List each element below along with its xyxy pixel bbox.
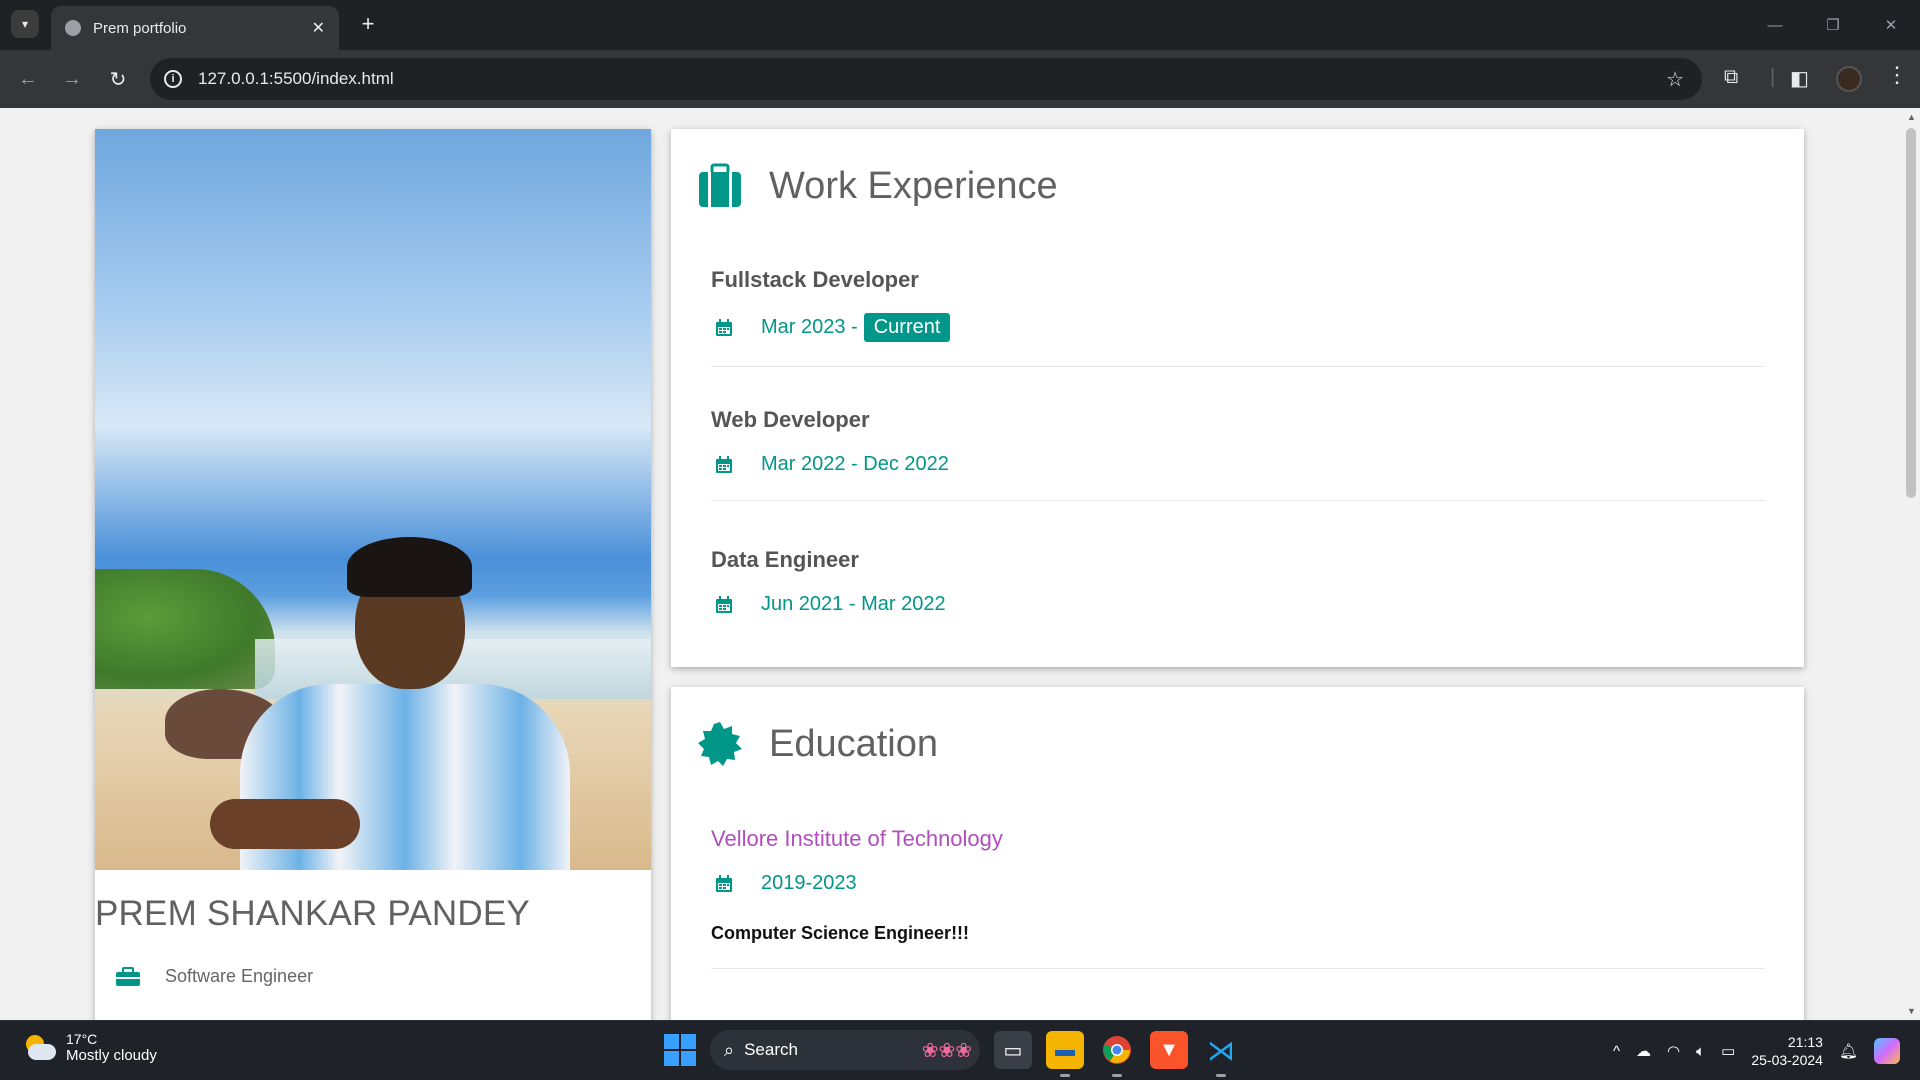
tab-title: Prem portfolio <box>93 19 187 37</box>
job-dates: Mar 2023 - <box>761 316 858 338</box>
sidebar-icon[interactable]: ◧ <box>1790 66 1809 91</box>
scroll-down-icon[interactable]: ▼ <box>1907 1006 1916 1016</box>
reload-icon: ↻ <box>109 68 127 91</box>
job-dates: Mar 2022 - Dec 2022 <box>761 453 949 475</box>
profile-title-row: Software Engineer <box>95 934 651 987</box>
more-menu-icon[interactable]: ⋮ <box>1886 62 1908 88</box>
notification-bell-icon[interactable]: 🔔︎ <box>1839 1042 1858 1060</box>
taskbar-search[interactable]: ⌕ Search ❀❀❀ <box>710 1030 980 1070</box>
star-icon[interactable]: ☆ <box>1666 67 1684 92</box>
work-entry: Data Engineer Jun 2021 - Mar 2022 <box>711 547 1765 616</box>
certificate-icon <box>698 722 742 766</box>
onedrive-icon[interactable]: ☁ <box>1636 1042 1651 1060</box>
education-card: Education Vellore Institute of Technolog… <box>671 687 1804 1020</box>
clock-time: 21:13 <box>1787 1034 1823 1050</box>
url-text[interactable]: 127.0.0.1:5500/index.html <box>198 69 394 89</box>
profile-photo <box>95 129 651 870</box>
globe-icon <box>65 20 81 36</box>
battery-icon[interactable]: ▭ <box>1721 1042 1735 1060</box>
windows-taskbar: 17°C Mostly cloudy ⌕ Search ❀❀❀ ▭ ▬ ▼ ⋊ … <box>0 1020 1920 1080</box>
copilot-icon[interactable] <box>1874 1038 1900 1064</box>
divider <box>711 366 1765 367</box>
chevron-down-icon: ▾ <box>21 17 29 31</box>
job-dates: Jun 2021 - Mar 2022 <box>761 593 946 615</box>
weather-widget[interactable]: 17°C Mostly cloudy <box>22 1031 157 1064</box>
system-tray: ^ ☁ ◠ 🔈︎ ▭ 21:13 25-03-2024 🔔︎ <box>1613 1021 1900 1080</box>
close-tab-icon[interactable]: ✕ <box>312 18 325 38</box>
task-view-icon[interactable]: ▭ <box>994 1031 1032 1069</box>
education-title: Education <box>769 722 939 765</box>
tulips-icon: ❀❀❀ <box>921 1039 972 1062</box>
chrome-icon[interactable] <box>1098 1031 1136 1077</box>
clock[interactable]: 21:13 25-03-2024 <box>1751 1033 1823 1069</box>
page-viewport: PREM SHANKAR PANDEY Software Engineer Wo… <box>0 108 1920 1020</box>
school-years-row: 2019-2023 <box>711 872 1765 895</box>
calendar-icon <box>716 455 732 473</box>
degree: Computer Science Engineer!!! <box>711 923 970 943</box>
windows-start-icon[interactable] <box>664 1034 696 1066</box>
briefcase-icon <box>116 966 140 986</box>
close-window-button[interactable]: ✕ <box>1862 0 1920 50</box>
profile-avatar[interactable] <box>1836 66 1862 92</box>
calendar-icon <box>716 874 732 892</box>
job-dates-row: Jun 2021 - Mar 2022 <box>711 593 1765 616</box>
taskbar-apps: ⌕ Search ❀❀❀ ▭ ▬ ▼ ⋊ <box>664 1030 1240 1077</box>
new-tab-button[interactable]: + <box>354 10 382 38</box>
suitcase-icon <box>699 163 741 207</box>
search-icon: ⌕ <box>724 1039 735 1060</box>
education-entry: Vellore Institute of Technology 2019-202… <box>711 826 1765 969</box>
job-role: Data Engineer <box>711 547 859 572</box>
work-experience-title: Work Experience <box>769 164 1058 207</box>
arrow-right-icon: → <box>62 67 82 90</box>
back-button[interactable]: ← <box>14 65 42 93</box>
job-dates-row: Mar 2023 - Current <box>711 313 1765 342</box>
forward-button[interactable]: → <box>58 65 86 93</box>
work-entry: Web Developer Mar 2022 - Dec 2022 <box>711 407 1765 501</box>
browser-tab-bar: ▾ Prem portfolio ✕ + — ❐ ✕ <box>0 0 1920 50</box>
temperature: 17°C <box>66 1031 98 1047</box>
weather-condition: Mostly cloudy <box>66 1047 157 1064</box>
work-experience-card: Work Experience Fullstack Developer Mar … <box>671 129 1804 667</box>
work-entry: Fullstack Developer Mar 2023 - Current <box>711 267 1765 367</box>
extensions-icon[interactable]: ⧉ <box>1724 66 1738 89</box>
profile-card: PREM SHANKAR PANDEY Software Engineer <box>95 129 651 1020</box>
restore-button[interactable]: ❐ <box>1804 0 1862 50</box>
volume-icon[interactable]: 🔈︎ <box>1696 1043 1705 1060</box>
wifi-icon[interactable]: ◠ <box>1667 1042 1680 1060</box>
divider <box>711 968 1765 969</box>
work-experience-header: Work Experience <box>697 163 1058 209</box>
info-icon[interactable]: i <box>164 70 182 88</box>
window-controls: — ❐ ✕ <box>1746 0 1920 50</box>
search-label: Search <box>744 1040 798 1059</box>
school-name: Vellore Institute of Technology <box>711 826 1003 851</box>
toolbar-divider: | <box>1770 66 1776 88</box>
profile-title: Software Engineer <box>165 966 314 986</box>
school-years: 2019-2023 <box>761 872 857 894</box>
arrow-left-icon: ← <box>18 67 38 90</box>
file-explorer-icon[interactable]: ▬ <box>1046 1031 1084 1077</box>
brave-icon[interactable]: ▼ <box>1150 1031 1188 1069</box>
browser-tab[interactable]: Prem portfolio ✕ <box>51 6 339 50</box>
tab-search-button[interactable]: ▾ <box>11 10 39 38</box>
vscode-icon[interactable]: ⋊ <box>1202 1031 1240 1077</box>
calendar-icon <box>716 595 732 613</box>
calendar-icon <box>716 318 732 336</box>
job-role: Web Developer <box>711 407 870 432</box>
divider <box>711 500 1765 501</box>
chevron-up-icon[interactable]: ^ <box>1613 1043 1620 1060</box>
job-role: Fullstack Developer <box>711 267 919 292</box>
profile-name: PREM SHANKAR PANDEY <box>95 894 530 933</box>
browser-toolbar: ← → ↻ i 127.0.0.1:5500/index.html ☆ ⧉ | … <box>0 50 1920 108</box>
job-dates-row: Mar 2022 - Dec 2022 <box>711 453 1765 476</box>
reload-button[interactable]: ↻ <box>104 65 132 93</box>
education-header: Education <box>697 721 938 767</box>
clock-date: 25-03-2024 <box>1751 1052 1823 1068</box>
address-bar[interactable]: i 127.0.0.1:5500/index.html ☆ <box>150 58 1702 100</box>
scroll-up-icon[interactable]: ▲ <box>1907 112 1916 122</box>
cloudy-icon <box>22 1034 56 1061</box>
minimize-button[interactable]: — <box>1746 0 1804 50</box>
scrollbar-thumb[interactable] <box>1906 128 1916 498</box>
current-badge: Current <box>863 313 951 342</box>
page-scrollbar[interactable]: ▲ ▼ <box>1902 108 1920 1020</box>
